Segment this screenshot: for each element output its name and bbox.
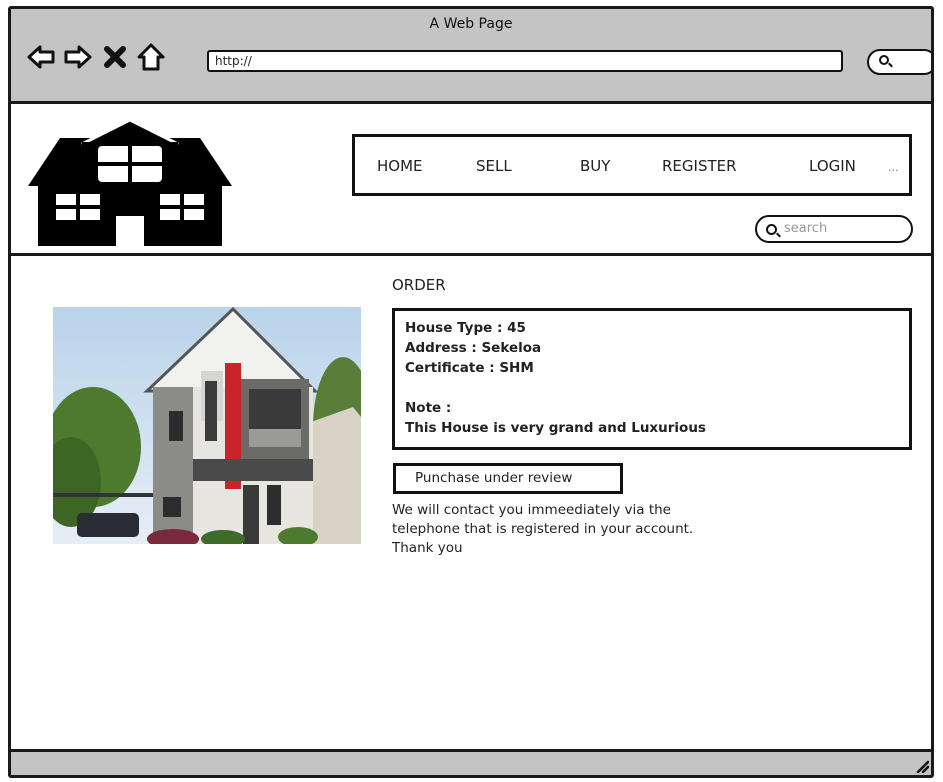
note-label: Note : [405,400,452,416]
purchase-status-badge: Punchase under review [393,463,623,494]
back-arrow-icon[interactable] [26,42,56,72]
nav-more[interactable]: ... [888,161,899,174]
main-nav: HOME SELL BUY REGISTER LOGIN ... [352,134,912,196]
window-title: A Web Page [429,16,513,32]
message-line-1: We will contact you immeediately via the [392,502,671,518]
house-type: House Type : 45 [405,320,526,336]
order-details-box: House Type : 45 Address : Sekeloa Certif… [392,308,912,450]
browser-window: A Web Page http:// HOME SELL BUY REGISTE… [8,6,934,778]
nav-home[interactable]: HOME [377,157,423,175]
site-search-input[interactable]: search [755,215,913,243]
message-line-3: Thank you [392,540,463,556]
search-icon [879,55,889,65]
nav-buy[interactable]: BUY [580,157,610,175]
home-icon[interactable] [136,42,166,72]
url-input[interactable]: http:// [207,50,843,72]
nav-sell[interactable]: SELL [476,157,512,175]
search-icon [766,224,777,235]
browser-toolbar: A Web Page http:// [11,9,931,104]
forward-arrow-icon[interactable] [63,42,93,72]
certificate: Certificate : SHM [405,360,534,376]
nav-register[interactable]: REGISTER [662,157,737,175]
message-line-2: telephone that is registered in your acc… [392,521,694,537]
close-x-icon[interactable] [100,42,130,72]
nav-login[interactable]: LOGIN [809,157,856,175]
note-text: This House is very grand and Luxurious [405,420,706,436]
site-header: HOME SELL BUY REGISTER LOGIN ... search [11,104,931,256]
order-heading: ORDER [392,276,446,294]
search-placeholder: search [784,221,828,236]
house-logo-icon[interactable] [28,114,232,246]
browser-status-bar [11,749,931,775]
house-photo [53,307,361,544]
confirmation-message: We will contact you immeediately via the… [392,501,693,558]
resize-grip-icon[interactable] [915,759,929,773]
address: Address : Sekeloa [405,340,542,356]
browser-search-button[interactable] [867,49,931,75]
